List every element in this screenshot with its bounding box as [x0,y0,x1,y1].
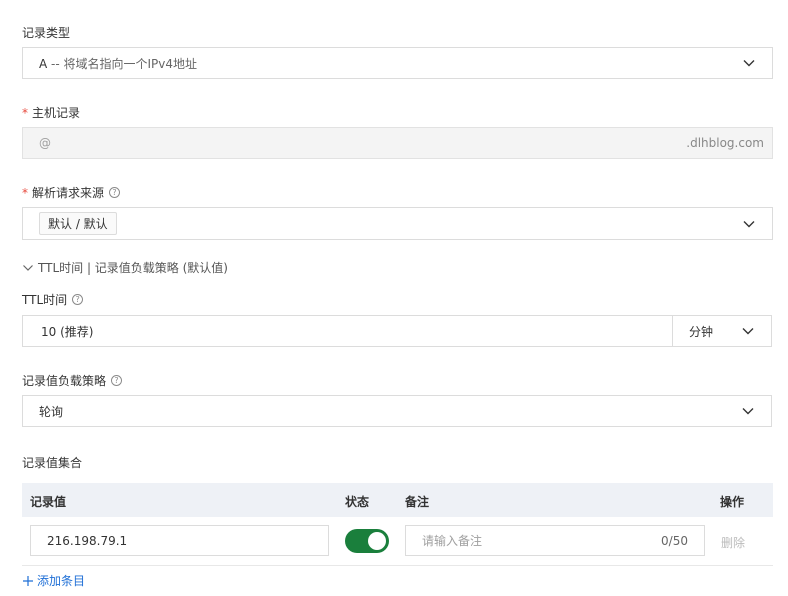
column-header-action: 操作 [720,495,745,509]
chevron-down-icon [741,404,755,418]
column-header-value: 记录值 [30,495,67,509]
ttl-value: 10 (推荐) [41,324,94,339]
host-record-input[interactable]: @ .dlhblog.com [22,127,773,159]
remark-placeholder: 请输入备注 [422,534,483,548]
load-strategy-select[interactable]: 轮询 [22,395,772,427]
host-record-suffix: .dlhblog.com [686,136,764,150]
advanced-settings-toggle[interactable]: TTL时间 | 记录值负载策略 (默认值) [22,259,228,276]
chevron-down-icon [741,324,755,338]
help-icon[interactable]: ? [111,375,123,386]
plus-icon [22,575,34,587]
record-value-text: 216.198.79.1 [47,533,128,548]
help-icon[interactable]: ? [109,187,121,198]
record-set-title: 记录值集合 [22,456,83,470]
resolve-source-label: * 解析请求来源 ? [22,184,121,201]
column-header-remark: 备注 [405,495,430,509]
ttl-unit-value: 分钟 [689,324,714,339]
toggle-knob [368,532,386,550]
add-entry-button[interactable]: 添加条目 [22,572,85,589]
load-strategy-value: 轮询 [39,404,64,419]
host-record-label: * 主机记录 [22,105,81,121]
table-row: 216.198.79.1 请输入备注 0/50 删除 [22,517,773,566]
record-value-input[interactable]: 216.198.79.1 [30,525,329,556]
record-type-label: 记录类型 [22,26,71,40]
record-type-select[interactable]: A -- 将域名指向一个IPv4地址 [22,47,773,79]
delete-button[interactable]: 删除 [721,534,745,551]
ttl-input[interactable]: 10 (推荐) [22,315,673,347]
help-icon[interactable]: ? [72,294,84,305]
ttl-label: TTL时间 ? [22,291,84,308]
ttl-unit-select[interactable]: 分钟 [672,315,772,347]
chevron-down-icon [742,56,756,70]
resolve-source-tag: 默认 / 默认 [39,212,117,235]
chevron-down-icon [22,262,36,274]
record-set-table-header: 记录值 状态 备注 操作 [22,483,773,517]
host-record-value: @ [39,136,51,150]
status-toggle[interactable] [345,529,389,553]
column-header-status: 状态 [345,495,370,509]
remark-input[interactable]: 请输入备注 0/50 [405,525,705,556]
resolve-source-select[interactable]: 默认 / 默认 [22,207,773,240]
remark-char-count: 0/50 [661,534,688,548]
chevron-down-icon [742,217,756,231]
record-type-value: A -- 将域名指向一个IPv4地址 [39,56,198,71]
load-strategy-label: 记录值负载策略 ? [22,372,123,389]
